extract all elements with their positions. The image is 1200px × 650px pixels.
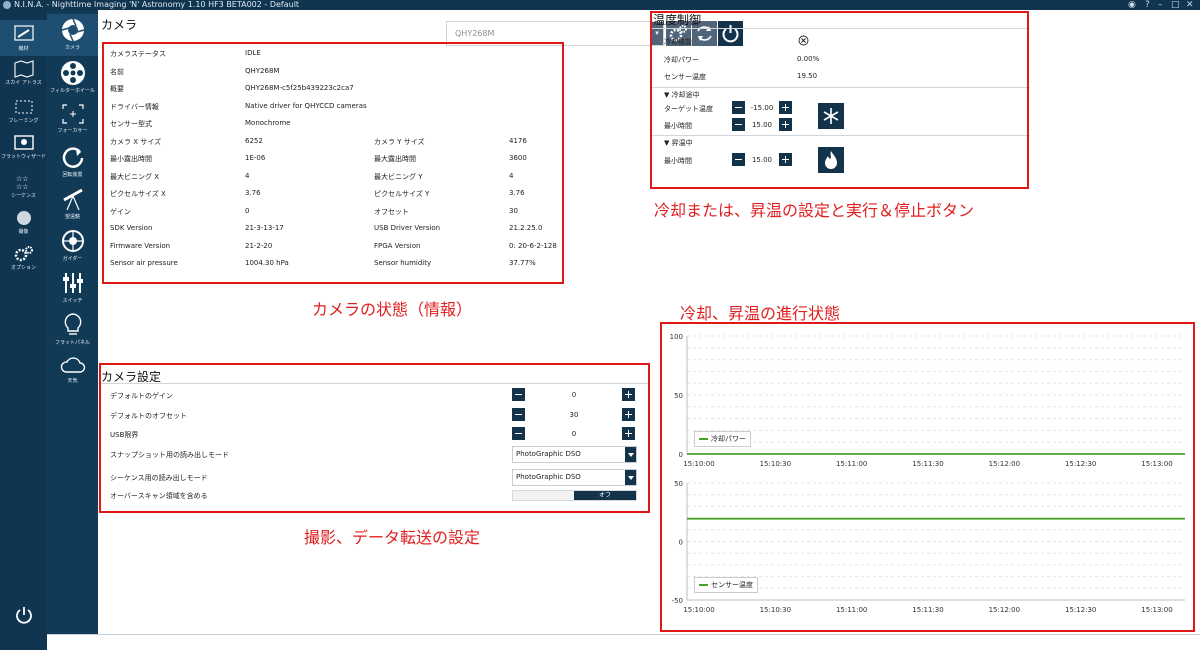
temperature-control-highlight (650, 11, 1029, 189)
telescope-mount-icon (62, 188, 83, 211)
camera-device-value: QHY268M (455, 29, 495, 38)
nav-imaging[interactable]: 撮像 (0, 209, 47, 241)
telescope-icon (13, 25, 34, 41)
nav-camera[interactable]: カメラ (47, 14, 98, 56)
camera-settings-highlight (99, 363, 650, 513)
nav-filter-wheel[interactable]: フィルターホイール (47, 60, 98, 100)
filter-wheel-icon (60, 61, 85, 85)
window-titlebar: N.I.N.A. - Nighttime Imaging 'N' Astrono… (0, 0, 1200, 10)
minimize-button[interactable]: – (1158, 0, 1163, 10)
svg-text:☆☆: ☆☆ (16, 175, 29, 183)
power-icon (15, 607, 32, 624)
camera-aperture-icon (61, 18, 84, 42)
svg-text:☆☆: ☆☆ (16, 183, 29, 191)
nav-flat-wizard[interactable]: フラットウィザード (0, 134, 47, 168)
nav-weather[interactable]: 天気 (47, 354, 98, 390)
primary-nav-rail: 機材 スカイ アトラス フレーミング フラットウィザード ☆☆ ☆☆ シーケンス … (0, 10, 47, 650)
sequence-icon: ☆☆☆☆ (16, 175, 29, 191)
maximize-button[interactable]: □ (1171, 0, 1180, 10)
camera-info-highlight (102, 42, 564, 284)
nav-focuser[interactable]: フォーカサー (47, 102, 98, 140)
nav-switch[interactable]: スイッチ (47, 270, 98, 308)
gear-icon (14, 246, 33, 262)
camera-title: カメラ (101, 18, 138, 32)
power-button[interactable] (0, 605, 47, 627)
guider-icon (61, 230, 84, 252)
nav-telescope[interactable]: 望遠鏡 (47, 186, 98, 224)
nav-equipment[interactable]: 機材 (0, 20, 47, 56)
app-icon (3, 1, 11, 9)
bottom-divider (47, 634, 1200, 635)
rotator-icon (62, 147, 83, 168)
nav-flat-panel[interactable]: フラットパネル (47, 312, 98, 350)
help-icon[interactable]: ? (1145, 0, 1150, 10)
close-button[interactable]: ✕ (1186, 0, 1194, 10)
lightbulb-icon (64, 313, 81, 335)
nav-guider[interactable]: ガイダー (47, 228, 98, 266)
annotation-settings: 撮影、データ転送の設定 (304, 528, 481, 547)
focuser-icon (61, 104, 84, 124)
chart-highlight (660, 322, 1195, 632)
nav-sequence[interactable]: ☆☆ ☆☆ シーケンス (0, 173, 47, 205)
map-icon (13, 60, 34, 78)
cloud-icon (60, 357, 85, 373)
nav-options[interactable]: オプション (0, 245, 47, 277)
annotation-temp-control: 冷却または、昇温の設定と実行＆停止ボタン (654, 201, 975, 220)
nav-sky-atlas[interactable]: スカイ アトラス (0, 60, 47, 92)
equipment-nav-rail: カメラ フィルターホイール フォーカサー 回転装置 望遠鏡 ガイダー スイッチ … (47, 10, 98, 634)
eye-icon[interactable]: ◉ (1128, 0, 1136, 10)
window-title: N.I.N.A. - Nighttime Imaging 'N' Astrono… (14, 0, 300, 9)
imaging-icon (16, 211, 31, 225)
switch-icon (62, 273, 83, 293)
framing-icon (15, 100, 32, 114)
annotation-progress: 冷却、昇温の進行状態 (680, 304, 841, 323)
nav-framing[interactable]: フレーミング (0, 98, 47, 130)
nav-rotator[interactable]: 回転装置 (47, 144, 98, 182)
annotation-camera-info: カメラの状態（情報） (312, 300, 473, 319)
flat-wizard-icon (13, 135, 34, 150)
